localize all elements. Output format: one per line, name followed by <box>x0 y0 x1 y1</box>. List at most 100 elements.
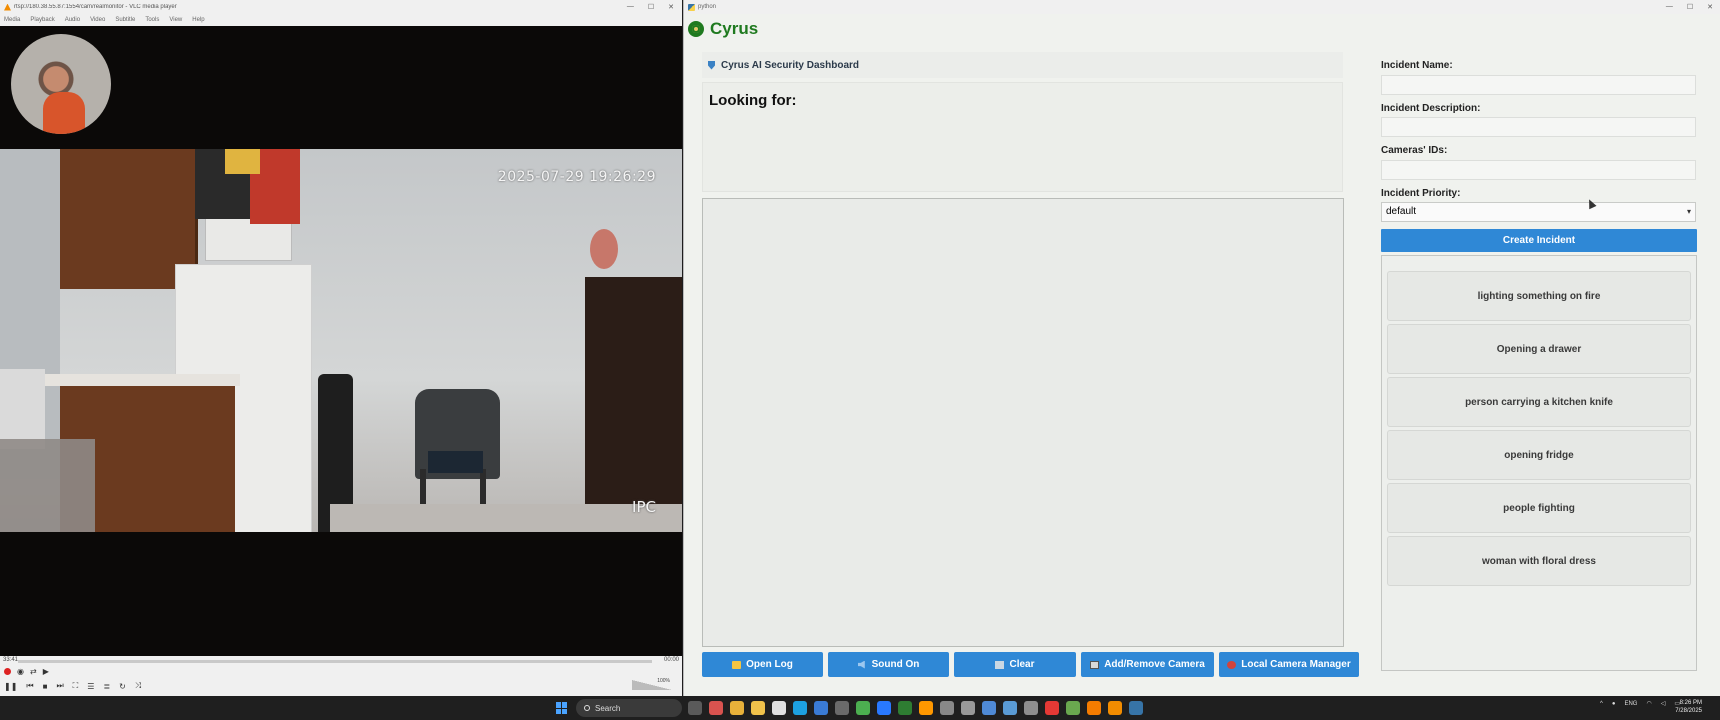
total-time: 00:00 <box>663 657 679 663</box>
fullscreen-icon[interactable]: ⛶ <box>73 681 79 691</box>
chrome-icon[interactable] <box>1045 701 1059 715</box>
seek-bar[interactable] <box>18 660 652 663</box>
menu-view[interactable]: View <box>169 17 182 23</box>
snapshot-icon[interactable]: ◉ <box>17 667 24 676</box>
close-icon[interactable]: ✕ <box>1707 3 1713 11</box>
chrome-icon[interactable] <box>856 701 870 715</box>
incident-description-field[interactable] <box>1381 117 1696 137</box>
chrome-icon[interactable] <box>1087 701 1101 715</box>
cyrus-logo-icon <box>688 21 704 37</box>
maximize-icon[interactable]: ☐ <box>1687 3 1693 11</box>
open-log-button[interactable]: Open Log <box>702 652 823 677</box>
extended-settings-icon[interactable]: ☰ <box>87 682 94 691</box>
volume-icon[interactable]: ◁ <box>1661 700 1666 707</box>
pinned-apps <box>688 701 1143 715</box>
priority-selected-value: default <box>1386 206 1417 217</box>
snipping-tool-icon[interactable] <box>940 701 954 715</box>
shuffle-icon[interactable]: ⤨ <box>135 681 141 691</box>
taskbar: Search ^ ● ENG ◠ ◁ ▭ 8:26 PM 7/28/2025 <box>0 696 1720 720</box>
menu-tools[interactable]: Tools <box>145 17 159 23</box>
menu-playback[interactable]: Playback <box>30 17 54 23</box>
incident-description-label: Incident Description: <box>1381 102 1481 114</box>
log-area[interactable] <box>702 198 1344 647</box>
incident-item[interactable]: lighting something on fire <box>1387 271 1691 321</box>
notepad-icon[interactable] <box>982 701 996 715</box>
elapsed-time: 33:41 <box>3 657 19 663</box>
incident-form: Incident Name: Incident Description: Cam… <box>1381 60 1696 222</box>
word-icon[interactable] <box>1003 701 1017 715</box>
photos-icon[interactable] <box>835 701 849 715</box>
previous-icon[interactable]: ⏮ <box>26 681 33 691</box>
incident-priority-label: Incident Priority: <box>1381 187 1461 199</box>
vscode-icon[interactable] <box>877 701 891 715</box>
taskbar-search[interactable]: Search <box>576 699 682 717</box>
close-icon[interactable]: ✕ <box>668 3 674 11</box>
excel-icon[interactable] <box>898 701 912 715</box>
incident-list: lighting something on fire Opening a dra… <box>1381 255 1697 671</box>
vlc-window-title: rtsp://180.38.55.87:1554/cam/realmonitor… <box>14 4 177 10</box>
incident-priority-select[interactable]: default ▾ <box>1381 201 1696 222</box>
volume-slider[interactable] <box>632 680 672 690</box>
app-icon[interactable] <box>919 701 933 715</box>
sound-on-button[interactable]: Sound On <box>828 652 949 677</box>
playlist-icon[interactable]: ≣ <box>103 682 110 691</box>
menu-help[interactable]: Help <box>192 17 204 23</box>
terminal-icon[interactable] <box>961 701 975 715</box>
search-icon <box>584 705 590 711</box>
chrome-icon[interactable] <box>730 701 744 715</box>
app-icon[interactable] <box>1066 701 1080 715</box>
task-view-icon[interactable] <box>688 701 702 715</box>
camera-ids-field[interactable] <box>1381 159 1696 180</box>
store-icon[interactable] <box>772 701 786 715</box>
local-camera-manager-label: Local Camera Manager <box>1241 659 1351 670</box>
incident-item[interactable]: people fighting <box>1387 483 1691 533</box>
minimize-icon[interactable]: — <box>1666 3 1673 11</box>
folder-icon <box>732 660 742 669</box>
windows-start-icon[interactable] <box>556 702 568 714</box>
file-explorer-icon[interactable] <box>751 701 765 715</box>
record-icon[interactable] <box>4 668 11 675</box>
frame-step-icon[interactable]: ▶ <box>43 667 49 676</box>
menu-subtitle[interactable]: Subtitle <box>115 17 135 23</box>
menu-video[interactable]: Video <box>90 17 105 23</box>
dashboard-title: Cyrus AI Security Dashboard <box>721 59 860 71</box>
clock-time: 8:26 PM <box>1679 700 1702 706</box>
chevron-up-icon[interactable]: ^ <box>1600 701 1603 707</box>
minimize-icon[interactable]: — <box>627 3 634 11</box>
create-incident-button[interactable]: Create Incident <box>1381 229 1697 252</box>
settings-icon[interactable] <box>1024 701 1038 715</box>
incident-name-field[interactable] <box>1381 74 1696 95</box>
app-icon[interactable] <box>709 701 723 715</box>
pause-icon[interactable]: ❚❚ <box>4 682 17 691</box>
incident-item[interactable]: opening fridge <box>1387 430 1691 480</box>
mail-icon[interactable] <box>814 701 828 715</box>
add-remove-camera-button[interactable]: Add/Remove Camera <box>1081 652 1214 677</box>
camera-feed: 2025-07-29 19:26:29 IPC <box>0 149 682 532</box>
maximize-icon[interactable]: ☐ <box>648 3 654 11</box>
mic-icon[interactable]: ● <box>1612 701 1616 707</box>
language-indicator[interactable]: ENG <box>1624 701 1637 707</box>
stop-icon[interactable]: ■ <box>43 682 48 691</box>
camera-timestamp: 2025-07-29 19:26:29 <box>497 169 656 185</box>
wifi-icon[interactable]: ◠ <box>1646 700 1651 707</box>
menu-media[interactable]: Media <box>4 17 20 23</box>
repeat-icon[interactable]: ↻ <box>119 682 126 691</box>
incident-item[interactable]: woman with floral dress <box>1387 536 1691 586</box>
vlc-icon[interactable] <box>1108 701 1122 715</box>
looking-for-label: Looking for: <box>709 92 797 109</box>
clock[interactable]: 8:26 PM 7/28/2025 <box>1675 699 1702 715</box>
camera-brand-label: IPC <box>632 498 656 516</box>
incident-item[interactable]: Opening a drawer <box>1387 324 1691 374</box>
local-camera-manager-button[interactable]: Local Camera Manager <box>1219 652 1359 677</box>
loop-icon[interactable]: ⇄ <box>30 667 37 676</box>
incident-name-label: Incident Name: <box>1381 60 1453 71</box>
edge-icon[interactable] <box>793 701 807 715</box>
menu-audio[interactable]: Audio <box>65 17 80 23</box>
clear-button[interactable]: Clear <box>954 652 1076 677</box>
python-icon[interactable] <box>1129 701 1143 715</box>
speaker-icon <box>857 660 865 669</box>
webcam-overlay <box>11 34 111 134</box>
next-icon[interactable]: ⏭ <box>56 681 63 691</box>
camera-icon <box>1090 660 1100 669</box>
incident-item[interactable]: person carrying a kitchen knife <box>1387 377 1691 427</box>
